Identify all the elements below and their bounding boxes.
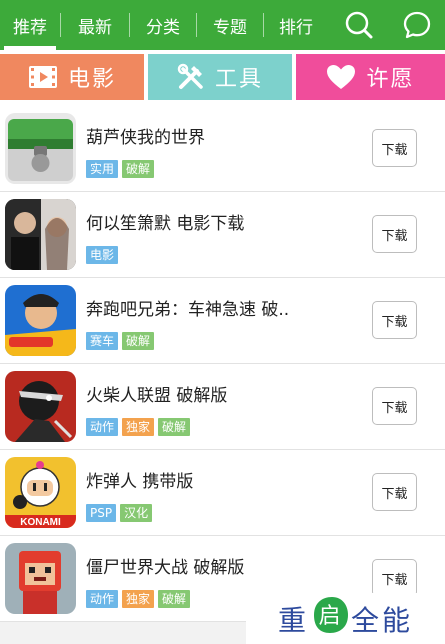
- tag: 赛车: [86, 332, 119, 350]
- site-watermark: 重 启 全能: [246, 593, 445, 644]
- app-title[interactable]: 火柴人联盟 破解版: [86, 381, 227, 406]
- heart-icon: [327, 65, 356, 89]
- wish-category-label: 许愿: [366, 67, 415, 92]
- list-item[interactable]: KONAMI 炸弹人 携带版 PSP 汉化 下载: [0, 450, 445, 536]
- tab-category[interactable]: 分类: [130, 0, 196, 50]
- tag: 破解: [122, 160, 155, 178]
- tools-category-label: 工具: [214, 67, 263, 92]
- tag-list: PSP 汉化: [86, 504, 153, 522]
- tag: 破解: [122, 332, 155, 350]
- list-item[interactable]: 火柴人联盟 破解版 动作 独家 破解 下载: [0, 364, 445, 450]
- app-title[interactable]: 葫芦侠我的世界: [86, 123, 205, 148]
- download-button[interactable]: 下载: [372, 473, 417, 511]
- list-item[interactable]: 奔跑吧兄弟：车神急速 破.. 赛车 破解 下载: [0, 278, 445, 364]
- tag: 破解: [158, 590, 191, 608]
- tag-list: 动作 独家 破解: [86, 418, 191, 436]
- tab-label: 推荐: [13, 17, 47, 38]
- download-button[interactable]: 下载: [372, 129, 417, 167]
- search-icon: [345, 11, 373, 39]
- tag: 汉化: [120, 504, 153, 522]
- movie-category-button[interactable]: 电影: [0, 54, 144, 100]
- tag-list: 实用 破解: [86, 160, 155, 178]
- tab-ranking[interactable]: 排行: [264, 0, 328, 50]
- app-title[interactable]: 炸弹人 携带版: [86, 467, 193, 492]
- download-button[interactable]: 下载: [372, 215, 417, 253]
- tools-icon: [177, 63, 203, 89]
- download-button[interactable]: 下载: [372, 387, 417, 425]
- tag: 动作: [86, 418, 119, 436]
- app-icon-stickman-league: [5, 371, 76, 442]
- download-button[interactable]: 下载: [372, 559, 417, 597]
- download-button[interactable]: 下载: [372, 301, 417, 339]
- app-icon-hulu-minecraft: [5, 113, 76, 184]
- app-icon-movie-poster: [5, 199, 76, 270]
- top-nav-bar: 推荐 最新 分类 专题 排行: [0, 0, 445, 50]
- app-icon-bomberman: KONAMI: [5, 457, 76, 528]
- tools-category-button[interactable]: 工具: [148, 54, 292, 100]
- tag-list: 动作 独家 破解: [86, 590, 191, 608]
- tag: 独家: [122, 590, 155, 608]
- wish-category-button[interactable]: 许愿: [296, 54, 445, 100]
- app-icon-running-man: [5, 285, 76, 356]
- svg-text:KONAMI: KONAMI: [20, 517, 61, 528]
- tag-list: 电影: [86, 246, 119, 264]
- tag: 独家: [122, 418, 155, 436]
- list-item[interactable]: 葫芦侠我的世界 实用 破解 下载: [0, 106, 445, 192]
- chat-icon: [403, 11, 431, 39]
- app-list: 葫芦侠我的世界 实用 破解 下载 何以笙箫默 电影下载 电影 下载 奔跑吧兄弟：…: [0, 106, 445, 622]
- tag: PSP: [86, 504, 117, 522]
- tab-label: 排行: [279, 17, 313, 38]
- watermark-text: 重: [277, 603, 309, 637]
- category-bar: 电影 工具 许愿: [0, 50, 445, 106]
- film-icon: [28, 66, 57, 88]
- tag: 实用: [86, 160, 119, 178]
- app-title[interactable]: 何以笙箫默 电影下载: [86, 209, 244, 234]
- tab-label: 最新: [78, 17, 112, 38]
- tag: 破解: [158, 418, 191, 436]
- watermark-text: 全能: [351, 603, 414, 637]
- tab-label: 分类: [146, 17, 180, 38]
- tag: 动作: [86, 590, 119, 608]
- app-title[interactable]: 僵尸世界大战 破解版: [86, 553, 244, 578]
- tab-latest[interactable]: 最新: [61, 0, 129, 50]
- svg-text:启: 启: [318, 604, 343, 629]
- search-button[interactable]: [334, 0, 384, 50]
- tab-recommend[interactable]: 推荐: [0, 0, 60, 50]
- message-button[interactable]: [392, 0, 442, 50]
- app-icon-zombie-world-war: [5, 543, 76, 614]
- tag: 电影: [86, 246, 119, 264]
- list-item[interactable]: 何以笙箫默 电影下载 电影 下载: [0, 192, 445, 278]
- app-title[interactable]: 奔跑吧兄弟：车神急速 破..: [86, 295, 289, 320]
- tab-label: 专题: [213, 17, 247, 38]
- leaf-logo-icon: 启: [310, 595, 350, 642]
- movie-category-label: 电影: [67, 67, 116, 92]
- tag-list: 赛车 破解: [86, 332, 155, 350]
- tab-topic[interactable]: 专题: [197, 0, 263, 50]
